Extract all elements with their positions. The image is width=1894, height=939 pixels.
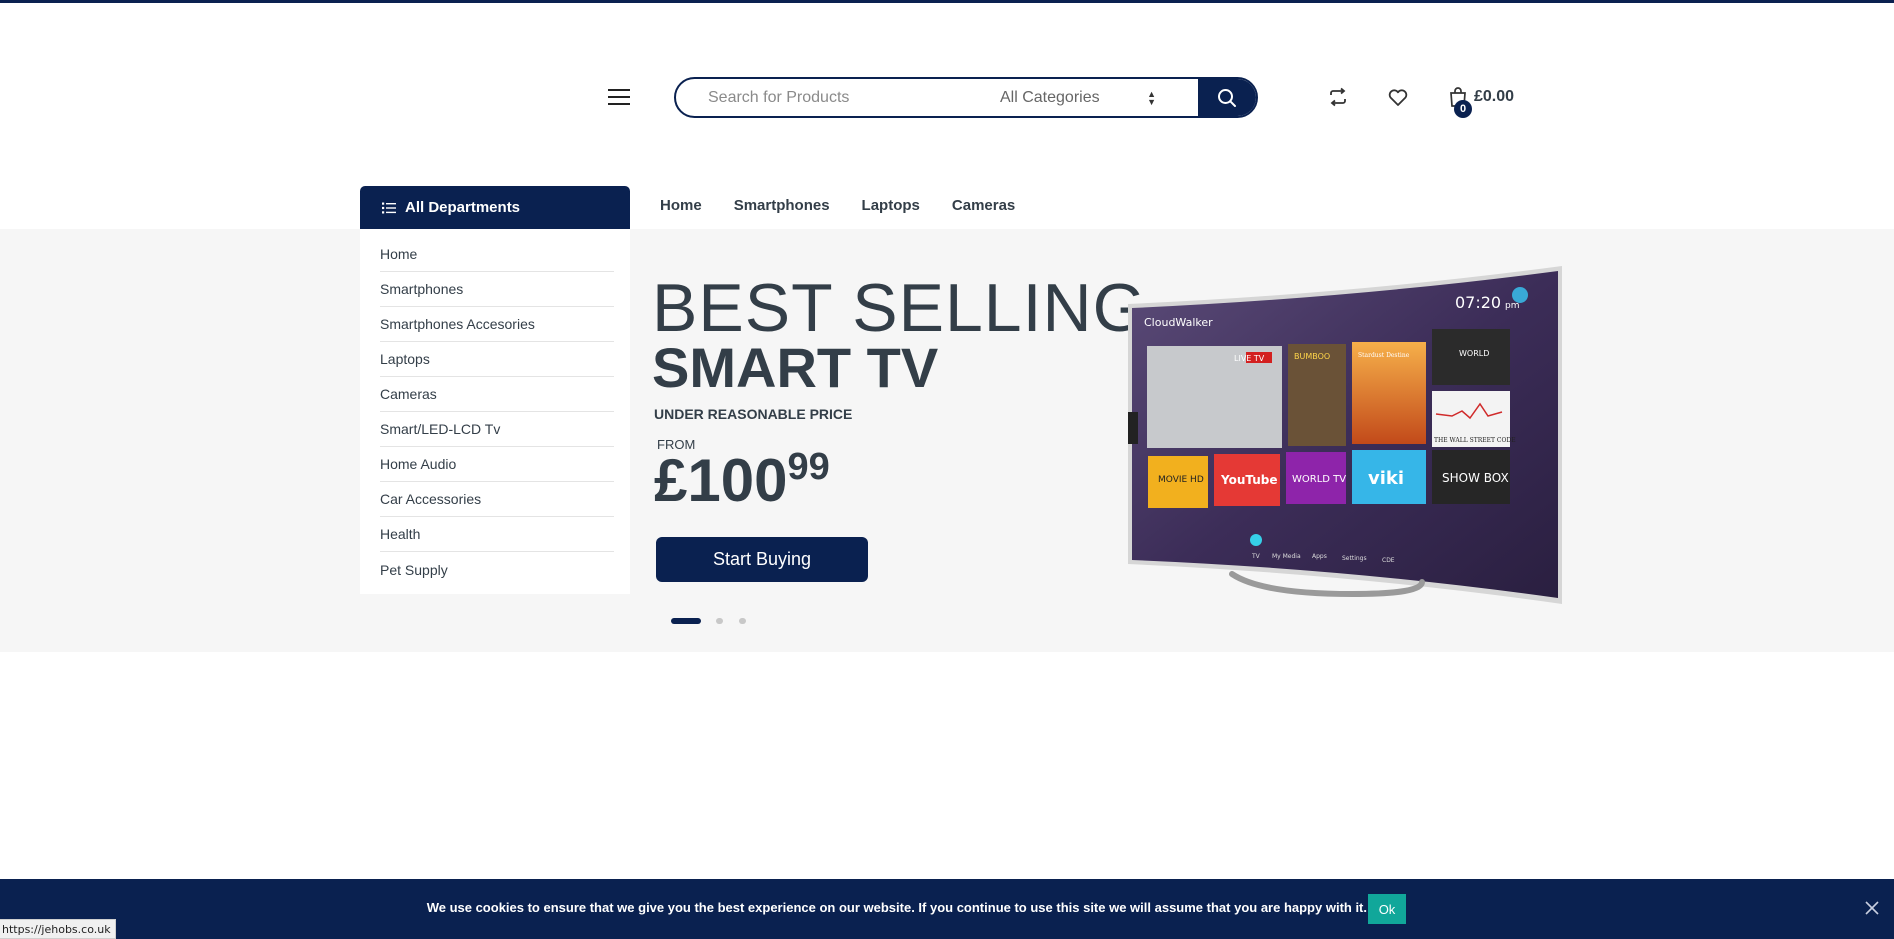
top-accent-line [0,0,1894,3]
dept-item-car-accessories[interactable]: Car Accessories [380,482,614,517]
tv-tile-1: LIVE TV [1234,354,1265,363]
search-icon [1218,88,1236,107]
cookie-consent-bar: We use cookies to ensure that we give yo… [0,879,1894,939]
tv-dock-2: My Media [1272,553,1301,560]
category-select[interactable]: All Categories ▲ ▼ [988,79,1176,116]
main-nav: Home Smartphones Laptops Cameras [660,197,1047,214]
compare-icon[interactable] [1327,86,1349,108]
category-select-value: All Categories [1000,88,1100,106]
cookie-message: We use cookies to ensure that we give yo… [426,900,1367,915]
tv-dock-4: Settings [1342,555,1367,562]
wishlist-heart-icon[interactable] [1387,86,1409,108]
dept-item-home-audio[interactable]: Home Audio [380,447,614,482]
cart-count-badge: 0 [1454,100,1472,118]
browser-status-url: https://jehobs.co.uk [0,919,116,939]
slide-subtitle: UNDER REASONABLE PRICE [654,406,853,422]
nav-item-laptops[interactable]: Laptops [862,197,920,214]
tv-tile-9: viki [1368,468,1404,489]
departments-list: Home Smartphones Smartphones Accesories … [360,229,630,594]
menu-hamburger-icon[interactable] [608,88,630,106]
tv-dock-1: TV [1251,553,1261,560]
dept-item-laptops[interactable]: Laptops [380,342,614,377]
tv-tile-7: YouTube [1220,473,1278,487]
slider-dot-2[interactable] [716,618,723,624]
price-cents: 99 [787,446,830,488]
dept-item-health[interactable]: Health [380,517,614,552]
dept-item-home[interactable]: Home [380,237,614,272]
tv-tile-2: BUMBOO [1294,352,1330,361]
tv-dock-3: Apps [1312,553,1327,560]
slider-dot-3[interactable] [739,618,746,624]
cart-total: £0.00 [1474,88,1515,105]
close-icon[interactable] [1863,899,1881,917]
nav-item-home[interactable]: Home [660,197,702,214]
dept-item-smartphones[interactable]: Smartphones [380,272,614,307]
tv-dock-5: CDE [1382,557,1395,564]
tv-tile-10: SHOW BOX [1442,471,1509,485]
nav-item-smartphones[interactable]: Smartphones [734,197,830,214]
price-main: £100 [654,447,788,514]
tv-tile-4: WORLD [1459,349,1489,358]
search-input[interactable] [676,79,976,116]
dept-item-smart-led-lcd-tv[interactable]: Smart/LED-LCD Tv [380,412,614,447]
cart-button[interactable]: 0 £0.00 [1448,86,1528,122]
slider-dot-1[interactable] [671,618,701,624]
slide-headline-line1: BEST SELLING [652,270,1147,346]
all-departments-label: All Departments [405,199,521,216]
slide-headline-line2: SMART TV [652,336,939,399]
list-icon [382,202,396,213]
tv-tile-3: Stardust Destine [1358,352,1410,359]
product-search-bar: All Categories ▲▼ [674,77,1258,118]
tv-tile-5: THE WALL STREET CODE [1434,437,1516,444]
all-departments-toggle[interactable]: All Departments [360,186,630,229]
dept-item-smartphones-accesories[interactable]: Smartphones Accesories [380,307,614,342]
tv-tile-8: WORLD TV [1292,474,1346,485]
cookie-ok-button[interactable]: Ok [1368,894,1406,924]
tv-brand: CloudWalker [1144,316,1213,329]
dept-item-pet-supply[interactable]: Pet Supply [380,552,614,587]
dept-item-cameras[interactable]: Cameras [380,377,614,412]
start-buying-button[interactable]: Start Buying [656,537,868,582]
slide-price: £10099 [654,448,830,511]
tv-tile-6: MOVIE HD [1158,475,1204,485]
tv-time: 07:20 [1455,293,1501,312]
select-arrows-icon: ▲ ▼ [1147,89,1156,107]
smart-tv-image: CloudWalker 07:20 pm LIVE TV BUMBOO Star… [1128,266,1562,604]
nav-item-cameras[interactable]: Cameras [952,197,1015,214]
search-button[interactable] [1198,79,1256,116]
